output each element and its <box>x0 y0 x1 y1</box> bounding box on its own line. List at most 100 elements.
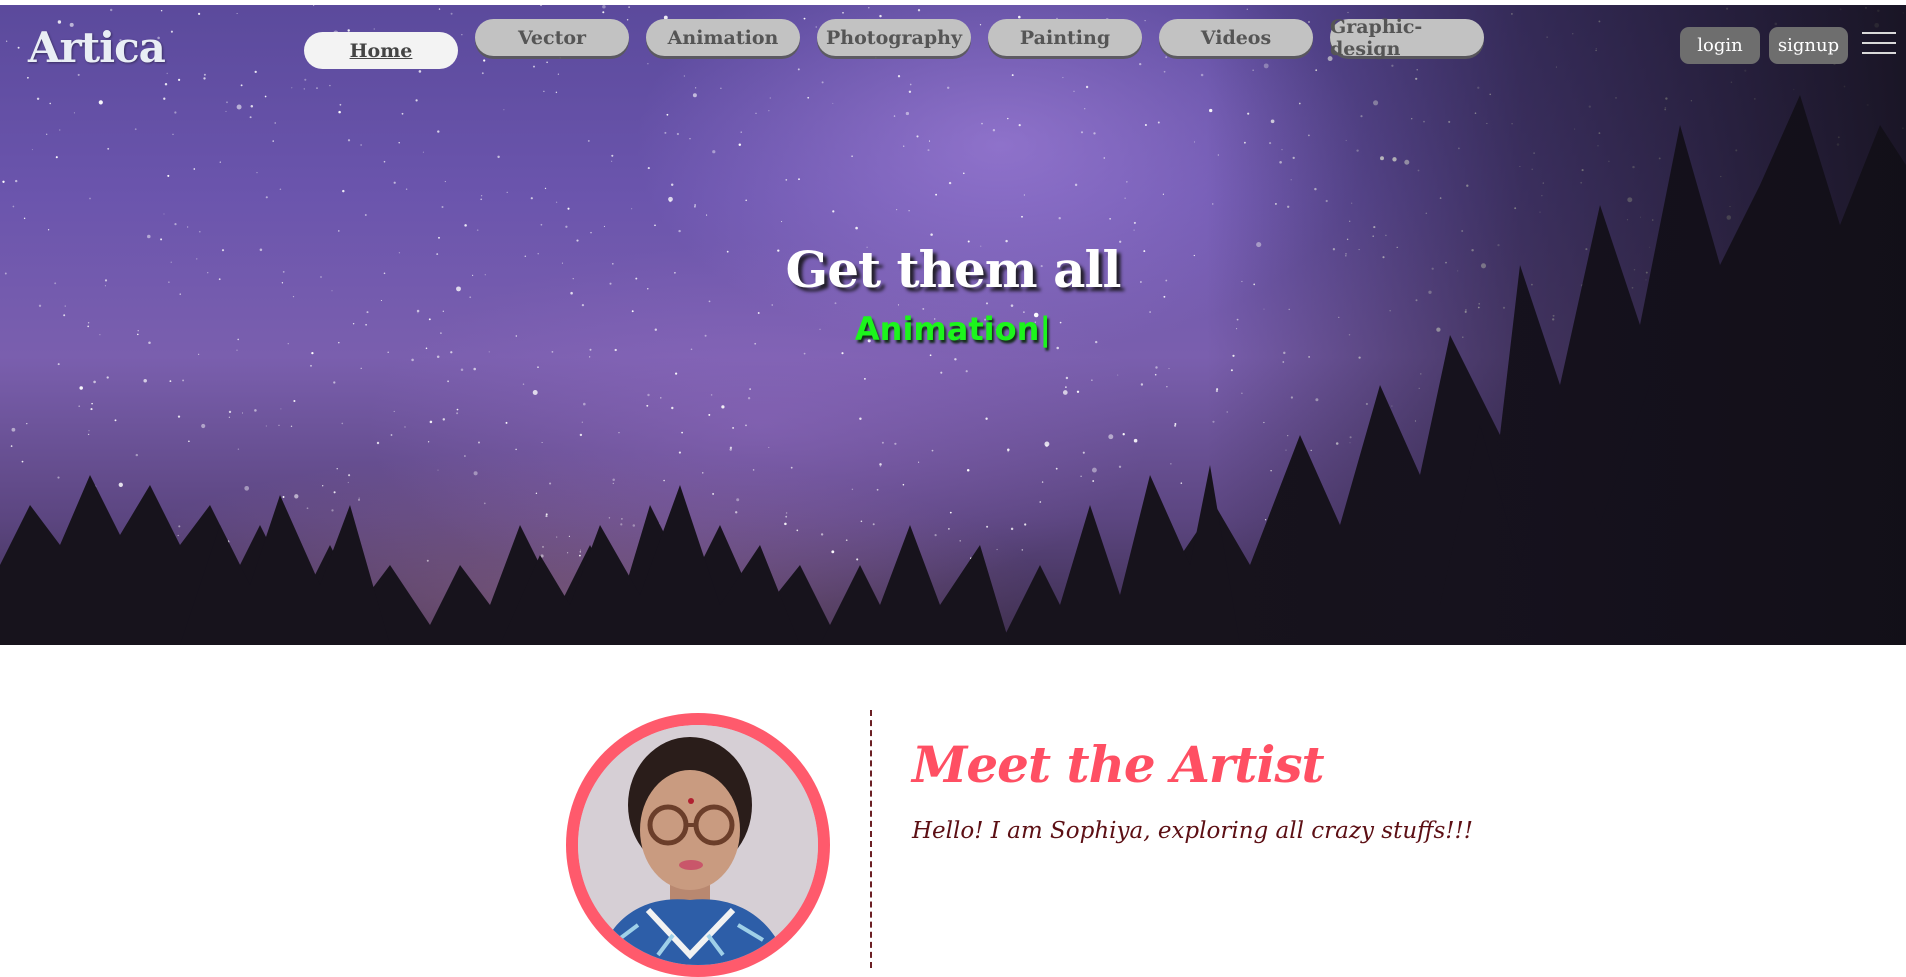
star <box>360 367 362 369</box>
star <box>1157 121 1160 124</box>
star <box>589 356 591 358</box>
nav-photography-button[interactable]: Photography <box>817 19 971 56</box>
login-button[interactable]: login <box>1680 27 1760 64</box>
star <box>77 73 80 76</box>
star <box>57 363 60 366</box>
star <box>712 492 715 495</box>
star <box>197 12 201 16</box>
star <box>1163 70 1166 73</box>
star <box>93 380 96 384</box>
star <box>668 196 673 202</box>
star <box>114 419 117 422</box>
nav-videos-button[interactable]: Videos <box>1159 19 1313 56</box>
star <box>902 483 905 486</box>
star <box>948 528 950 530</box>
star <box>620 523 623 526</box>
star <box>15 179 18 183</box>
star <box>163 213 165 215</box>
star <box>710 394 713 396</box>
star <box>589 348 592 351</box>
nav-animation-button[interactable]: Animation <box>646 19 800 56</box>
star <box>681 431 683 434</box>
star <box>556 536 558 538</box>
star <box>540 223 543 226</box>
star <box>559 57 561 59</box>
nav-home-button[interactable]: Home <box>304 32 458 69</box>
star <box>461 34 463 36</box>
nav-vector-button[interactable]: Vector <box>475 19 629 56</box>
star <box>437 469 439 471</box>
star <box>785 179 788 181</box>
star <box>178 78 181 81</box>
star <box>237 448 240 450</box>
star <box>347 481 349 484</box>
star <box>23 217 26 220</box>
star <box>694 205 696 208</box>
star <box>841 352 844 355</box>
star <box>1139 62 1142 66</box>
star <box>1133 229 1135 231</box>
nav-painting-button[interactable]: Painting <box>988 19 1142 56</box>
star <box>832 210 835 213</box>
star <box>274 122 276 124</box>
star <box>1007 448 1010 452</box>
star <box>497 155 500 159</box>
star <box>329 84 331 87</box>
star <box>415 99 418 102</box>
site-logo[interactable]: Artica <box>28 23 166 73</box>
star <box>1074 183 1078 187</box>
star <box>881 441 884 444</box>
star <box>316 87 318 89</box>
star <box>78 405 81 408</box>
star <box>1024 523 1027 526</box>
star <box>147 234 151 239</box>
star <box>542 545 544 548</box>
star <box>537 366 539 368</box>
star <box>797 68 800 71</box>
star <box>12 205 15 208</box>
star <box>174 223 177 226</box>
star <box>530 197 533 200</box>
star <box>476 229 479 231</box>
star <box>608 517 611 519</box>
star <box>587 139 590 142</box>
star <box>979 24 982 26</box>
star <box>1093 132 1096 135</box>
star <box>720 87 722 90</box>
signup-button[interactable]: signup <box>1769 27 1848 64</box>
star <box>515 448 517 451</box>
star <box>768 110 770 112</box>
star <box>236 12 238 15</box>
star <box>1091 467 1097 473</box>
star <box>188 440 190 443</box>
star <box>1021 215 1023 218</box>
star <box>278 424 280 426</box>
star <box>612 478 615 482</box>
hamburger-menu-icon[interactable] <box>1862 29 1898 57</box>
star <box>738 143 742 147</box>
star <box>1200 73 1204 77</box>
star <box>803 352 806 355</box>
star <box>948 181 952 185</box>
star <box>581 303 585 307</box>
star <box>565 225 568 228</box>
star <box>1082 451 1085 454</box>
star <box>265 425 267 427</box>
star <box>1174 423 1177 425</box>
star <box>311 351 314 355</box>
star <box>1126 181 1128 183</box>
star <box>364 214 367 216</box>
star <box>985 302 989 305</box>
star <box>1080 131 1084 134</box>
star <box>654 224 656 227</box>
star <box>931 449 934 452</box>
star <box>647 393 650 397</box>
star <box>1076 390 1080 393</box>
star <box>244 485 250 491</box>
star <box>177 534 179 537</box>
star <box>908 90 912 93</box>
star <box>1007 117 1009 120</box>
nav-graphic-design-button[interactable]: Graphic-design <box>1330 16 1484 60</box>
star <box>702 472 704 474</box>
star <box>429 420 433 424</box>
